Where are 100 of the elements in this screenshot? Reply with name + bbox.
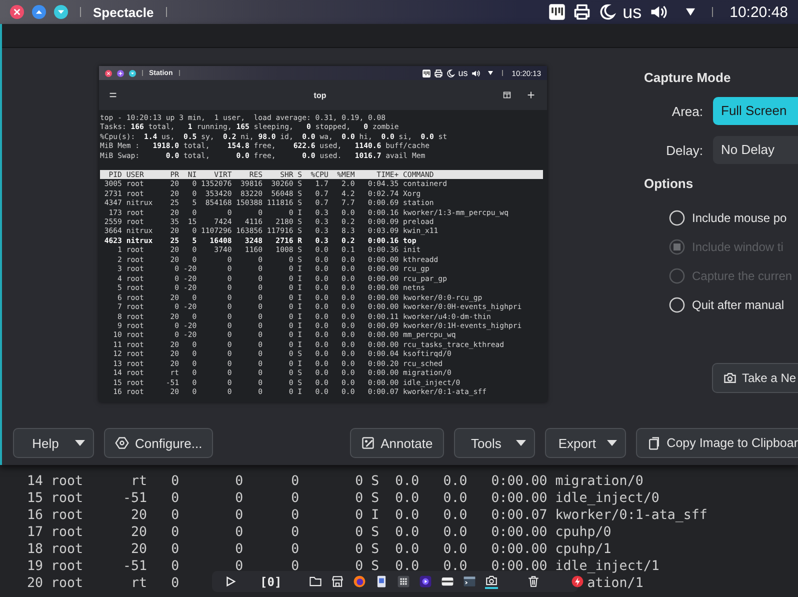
terminal-cell-text: 0.0 [394,541,420,558]
terminal-cell-text: 0 [170,558,180,575]
printer-icon[interactable] [572,3,591,21]
terminal-cell-text: 0:00.00 [490,558,548,575]
toolbar-button[interactable]: Copy Image to Clipboar [636,428,798,458]
terminal-cell-text: 0 [234,558,244,575]
toolbar-button[interactable]: Annotate [350,428,444,458]
dropdown[interactable]: Full Screen [713,97,798,125]
folder-icon[interactable] [308,575,322,588]
section-heading: Options [644,176,694,192]
speaker-icon[interactable] [648,3,667,21]
terminal-cell-text: 20 [130,507,148,524]
terminal-title: top [312,90,328,100]
trash-icon[interactable] [526,575,540,588]
terminal-cell-text: root [50,524,84,541]
take-screenshot-button[interactable]: Take a Ne [712,363,798,393]
keyboard-layout[interactable]: us [622,3,642,21]
moon-icon[interactable] [446,68,456,78]
terminal-cell-text: 0 [354,524,364,541]
terminal-cell-text: I [370,507,380,524]
speaker-icon[interactable] [470,68,480,78]
camera-icon[interactable] [484,574,498,589]
terminal-cell: ation/1 [587,575,644,592]
caret-icon[interactable] [686,8,695,16]
terminal-cell-text: 0 [290,507,300,524]
plus-icon [527,91,535,99]
field-label: Delay: [665,142,703,158]
terminal-cell: 20 [27,575,43,592]
terminal-cell-text: 0:00.00 [490,541,548,558]
terminal-cell-text: kworker/0:1-ata_sff [554,507,708,524]
terminal-cell-text: 0.0 [394,524,420,541]
minimize-button[interactable] [54,5,68,19]
terminal-cell-text: 0 [354,473,364,490]
workspace-indicator[interactable]: [0] [260,574,282,588]
terminal-cell-text: 0 [290,541,300,558]
app-icon[interactable] [374,575,388,588]
maximize-button[interactable] [32,5,46,19]
close-button[interactable] [10,5,24,19]
terminal-cell-text: 0 [234,541,244,558]
terminal-cell: 17 [27,524,43,541]
terminal-cell: 19 [27,558,43,575]
terminal-cell-text: 20 [130,541,148,558]
board-icon[interactable] [422,68,432,78]
terminal-cell-text: 0.0 [442,541,468,558]
camera-icon [723,371,737,385]
terminal-cell-text: 20 [130,524,148,541]
terminal-cell-text: 0:00.07 [490,507,548,524]
terminal-cell-text: 0 [290,558,300,575]
terminal-cell-text: S [370,473,380,490]
terminal-cell-text: 0 [354,507,364,524]
terminal-cell-text: 0.0 [442,558,468,575]
printer-icon[interactable] [434,68,444,78]
dropdown[interactable]: No Delay [713,136,798,164]
terminal-cell-text: cpuhp/0 [554,524,612,541]
terminal-cell: -51 [123,558,148,575]
toolbar-button[interactable]: Export [544,428,626,458]
caret-icon[interactable] [488,71,493,75]
terminal-cell-text: 0 [234,524,244,541]
terminal-cell-text: 0 [170,490,180,507]
terminal-cell-text: rt [130,473,148,490]
terminal-cell-text: 0 [290,524,300,541]
hexagon-icon [115,436,129,450]
clock[interactable]: 10:20:48 [730,4,788,20]
option-label: Quit after manual [692,298,784,312]
terminal-cell-text: S [370,541,380,558]
terminal-cell-text: S [370,490,380,507]
terminal-cell-text: 0 [354,490,364,507]
terminal-cell-text: 0.0 [394,490,420,507]
video-player-icon[interactable] [418,575,432,588]
terminal-cell-text: rt [130,575,148,592]
toolbar-button[interactable]: Help [13,428,94,458]
bolt-icon[interactable] [570,575,584,588]
edit-image-icon [360,436,375,450]
terminal-cell-text: 0 [354,541,364,558]
terminal-icon[interactable] [462,575,476,588]
terminal-cell-text: 0 [170,575,180,592]
terminal-cell-text: 0 [170,541,180,558]
terminal-cell: 18 [27,541,43,558]
grid-icon[interactable] [396,575,410,588]
section-heading: Capture Mode [644,70,732,86]
caret-icon [606,440,617,446]
keyboard-layout[interactable]: us [458,68,468,78]
terminal-cell-text: 0:00.00 [490,490,548,507]
terminal-cell-text: 0 [170,473,180,490]
board-icon[interactable] [548,3,566,21]
terminal-cell-text: idle_inject/0 [554,490,660,507]
browser-icon[interactable] [352,575,366,588]
terminal-cell-text: root [50,490,84,507]
terminal-cell-text: S [370,558,380,575]
terminal-cell: 16 [27,507,43,524]
toolbar-button[interactable]: Configure... [104,428,214,458]
play-icon[interactable] [224,575,237,588]
caret-icon [75,440,85,446]
store-icon[interactable] [330,575,344,588]
terminal-cell-text: 0.0 [394,507,420,524]
terminal-cell-text: root [50,507,84,524]
card-icon[interactable] [440,575,454,588]
split-view-icon [503,91,511,99]
toolbar-button[interactable]: Tools [454,428,535,458]
moon-icon[interactable] [598,3,616,21]
